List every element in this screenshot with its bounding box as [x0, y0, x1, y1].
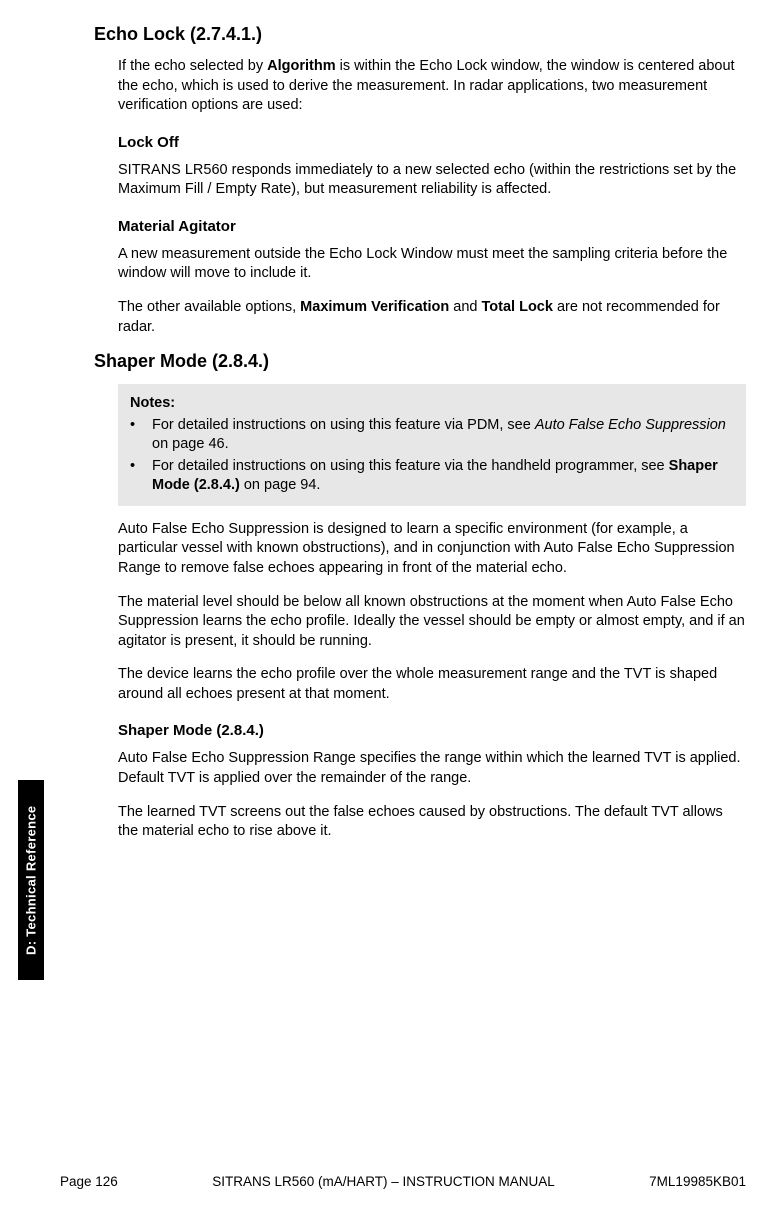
notes-bullet-1: • For detailed instructions on using thi… [130, 416, 734, 455]
link-auto-false-echo[interactable]: Auto False Echo Suppression [535, 417, 726, 433]
total-lock-bold: Total Lock [482, 299, 553, 315]
footer-doc-id: 7ML19985KB01 [649, 1174, 746, 1189]
shaper-sub-para2: The learned TVT screens out the false ec… [118, 803, 746, 842]
notes-label: Notes: [130, 394, 734, 414]
page-footer: Page 126 SITRANS LR560 (mA/HART) – INSTR… [60, 1174, 746, 1189]
notes-box: Notes: • For detailed instructions on us… [118, 384, 746, 506]
heading-material-agitator: Material Agitator [118, 218, 746, 235]
lock-off-para: SITRANS LR560 responds immediately to a … [118, 161, 746, 200]
algorithm-bold: Algorithm [267, 58, 335, 74]
notes-bullet-2-text: For detailed instructions on using this … [152, 457, 734, 496]
shaper-para2: The material level should be below all k… [118, 593, 746, 652]
side-tab: D: Technical Reference [18, 780, 44, 980]
text: and [449, 299, 481, 315]
bullet-dot-icon: • [130, 457, 152, 496]
echo-lock-intro: If the echo selected by Algorithm is wit… [118, 57, 746, 116]
page-content: Echo Lock (2.7.4.1.) If the echo selecte… [60, 20, 746, 1157]
text: For detailed instructions on using this … [152, 417, 535, 433]
material-agitator-para2: The other available options, Maximum Ver… [118, 298, 746, 337]
shaper-para3: The device learns the echo profile over … [118, 665, 746, 704]
notes-bullet-2: • For detailed instructions on using thi… [130, 457, 734, 496]
heading-shaper-mode-sub: Shaper Mode (2.8.4.) [118, 722, 746, 739]
notes-bullet-1-text: For detailed instructions on using this … [152, 416, 734, 455]
bullet-dot-icon: • [130, 416, 152, 455]
footer-page-number: Page 126 [60, 1174, 118, 1189]
footer-title: SITRANS LR560 (mA/HART) – INSTRUCTION MA… [118, 1174, 649, 1189]
max-verification-bold: Maximum Verification [300, 299, 449, 315]
heading-echo-lock: Echo Lock (2.7.4.1.) [94, 24, 746, 45]
text: The other available options, [118, 299, 300, 315]
heading-shaper-mode: Shaper Mode (2.8.4.) [94, 351, 746, 372]
text: on page 94. [240, 477, 321, 493]
text: For detailed instructions on using this … [152, 458, 669, 474]
heading-lock-off: Lock Off [118, 134, 746, 151]
shaper-para1: Auto False Echo Suppression is designed … [118, 520, 746, 579]
text: If the echo selected by [118, 58, 267, 74]
shaper-sub-para1: Auto False Echo Suppression Range specif… [118, 749, 746, 788]
material-agitator-para1: A new measurement outside the Echo Lock … [118, 245, 746, 284]
text: on page 46. [152, 436, 229, 452]
